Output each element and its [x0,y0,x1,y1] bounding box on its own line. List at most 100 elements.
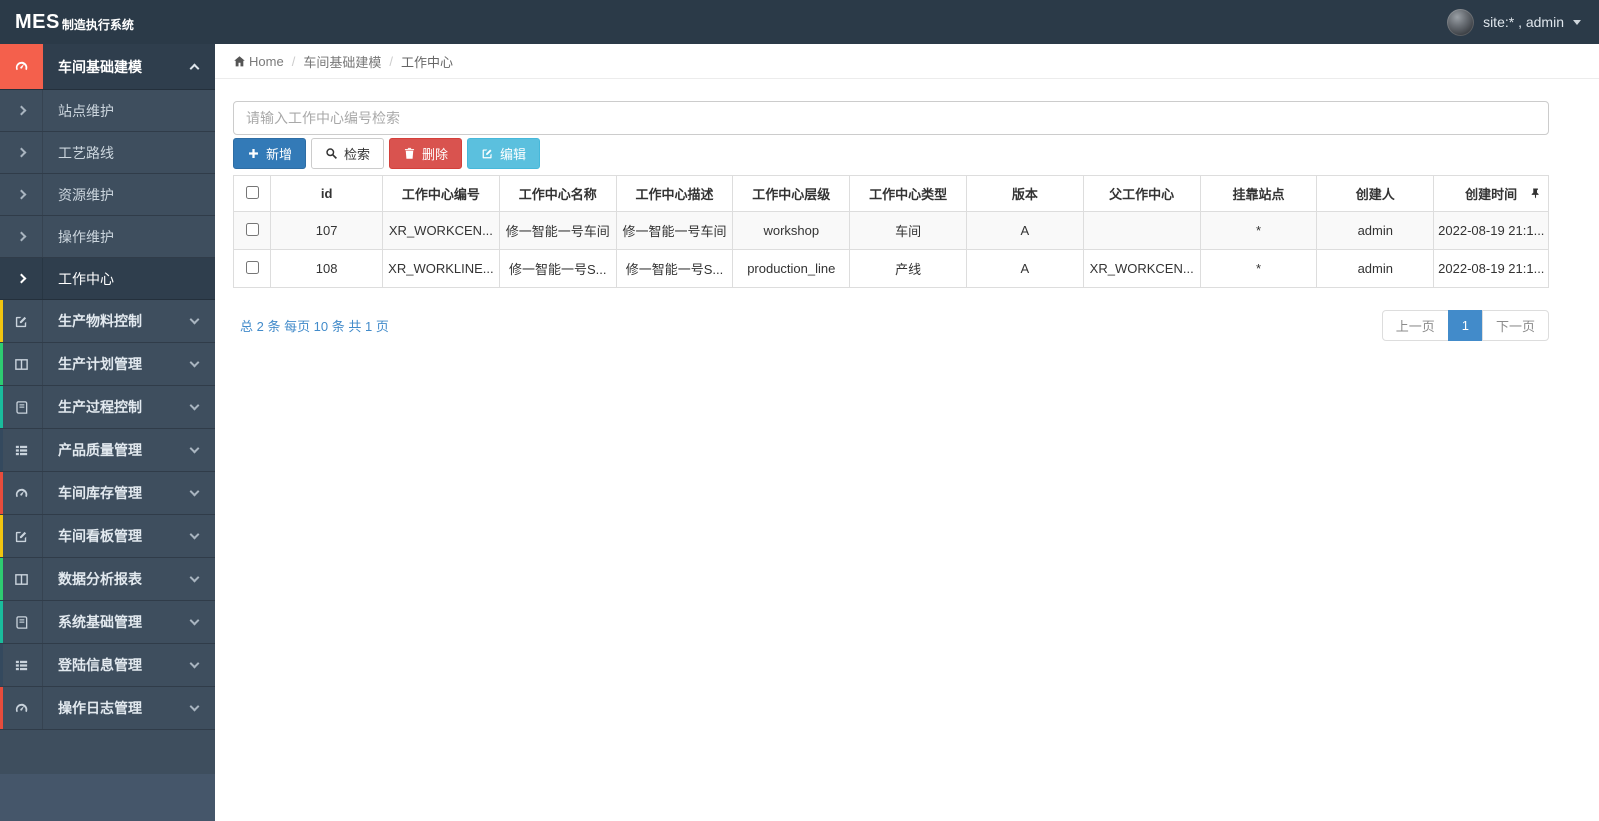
work-center-table: id 工作中心编号 工作中心名称 工作中心描述 工作中心层级 工作中心类型 版本… [232,175,1549,288]
column-header-id: id [270,175,383,212]
plus-icon [249,149,258,158]
cell-type: 车间 [849,211,967,250]
sidebar-item-quality-management[interactable]: 产品质量管理 [0,429,215,472]
edit-icon [482,149,492,159]
search-icon [326,148,337,159]
chevron-down-icon [189,486,200,496]
sidebar-item-label: 操作日志管理 [58,700,142,716]
user-name: site:* , admin [1483,14,1564,30]
sidebar-item-label: 数据分析报表 [58,571,142,587]
chevron-down-icon [189,615,200,625]
sidebar-item-inventory-management[interactable]: 车间库存管理 [0,472,215,515]
brand-bold: MES [15,10,60,33]
breadcrumb-home-label: Home [249,53,284,69]
sidebar-item-system-management[interactable]: 系统基础管理 [0,601,215,644]
sidebar-item-station-maintenance[interactable]: 站点维护 [0,90,215,132]
sidebar-item-process-route[interactable]: 工艺路线 [0,132,215,174]
cell-level: production_line [732,249,851,288]
list-icon [0,644,43,686]
pagination-bar: 总 2 条 每页 10 条 共 1 页 上一页 1 下一页 [233,310,1549,341]
cell-id: 108 [270,249,383,288]
delete-button-label: 删除 [422,147,449,162]
breadcrumb-home-link[interactable]: Home [233,54,284,69]
prev-page-button[interactable]: 上一页 [1381,310,1449,341]
edit-button[interactable]: 编辑 [467,138,541,169]
pin-icon[interactable] [1530,186,1541,201]
chevron-right-icon [0,132,43,173]
search-button-label: 检索 [344,147,371,162]
sidebar: 车间基础建模 站点维护 工艺路线 资源维护 操作维护 工作中心 生产物料控制 生… [0,44,215,821]
cell-level: workshop [732,211,851,250]
column-header-description: 工作中心描述 [615,175,734,212]
breadcrumb-current: 工作中心 [400,54,453,70]
cell-creator: admin [1316,249,1435,288]
sidebar-item-resource-maintenance[interactable]: 资源维护 [0,174,215,216]
cell-name: 修一智能一号S... [498,249,617,288]
pagination-controls: 上一页 1 下一页 [1381,310,1549,341]
work-center-search-input[interactable] [233,101,1549,135]
cell-description: 修一智能一号车间 [615,211,734,250]
column-header-label: 创建时间 [1465,187,1518,202]
breadcrumb-separator: / [389,53,393,69]
chevron-right-icon [0,174,43,215]
search-button[interactable]: 检索 [311,138,385,169]
gauge-icon [0,472,43,514]
chevron-down-icon [189,572,200,582]
sidebar-item-work-center[interactable]: 工作中心 [0,258,215,300]
column-header-created-time: 创建时间 [1433,175,1549,212]
sidebar-item-label: 系统基础管理 [58,614,142,630]
chevron-down-icon [189,701,200,711]
caret-down-icon [1573,19,1581,25]
cell-station: * [1199,211,1318,250]
user-avatar [1447,8,1475,36]
cell-version: A [965,211,1084,250]
cell-code: XR_WORKLINE... [382,249,500,288]
row-select-cell [232,211,272,250]
sidebar-item-operation-maintenance[interactable]: 操作维护 [0,216,215,258]
sidebar-item-kanban-management[interactable]: 车间看板管理 [0,515,215,558]
brand-rest: 制造执行系统 [61,17,134,32]
sidebar-item-label: 生产物料控制 [58,313,142,329]
cell-code: XR_WORKCEN... [382,211,500,250]
cell-version: A [965,249,1084,288]
sidebar-item-label: 车间库存管理 [58,485,142,501]
sidebar-item-label: 工作中心 [58,270,114,287]
column-header-code: 工作中心编号 [382,175,500,212]
delete-button[interactable]: 删除 [389,138,463,169]
sidebar-item-operation-log-management[interactable]: 操作日志管理 [0,687,215,730]
sidebar-item-analytics-reports[interactable]: 数据分析报表 [0,558,215,601]
sidebar-item-label: 车间看板管理 [58,528,142,544]
cell-created-time: 2022-08-19 21:1... [1433,211,1549,250]
next-page-button[interactable]: 下一页 [1481,310,1549,341]
app-logo[interactable]: MES 制造执行系统 [0,0,215,44]
sidebar-item-label: 生产过程控制 [58,399,142,415]
list-icon [0,429,43,471]
pencil-square-icon [0,515,43,557]
cell-parent: XR_WORKCEN... [1082,249,1201,288]
sidebar-item-plan-management[interactable]: 生产计划管理 [0,343,215,386]
sidebar-item-material-control[interactable]: 生产物料控制 [0,300,215,343]
row-select-cell [232,249,272,288]
sidebar-item-label: 资源维护 [58,186,114,203]
page-1-button[interactable]: 1 [1447,310,1483,341]
cell-description: 修一智能一号S... [615,249,734,288]
sidebar-item-process-control[interactable]: 生产过程控制 [0,386,215,429]
table-header-row: id 工作中心编号 工作中心名称 工作中心描述 工作中心层级 工作中心类型 版本… [232,175,1549,212]
select-all-checkbox[interactable] [245,185,259,199]
add-button[interactable]: 新增 [233,138,307,169]
chevron-down-icon [189,400,200,410]
user-menu[interactable]: site:* , admin [1429,0,1599,44]
sidebar-item-label: 产品质量管理 [58,442,142,458]
cell-creator: admin [1316,211,1435,250]
row-checkbox[interactable] [245,222,259,236]
table-row[interactable]: 108 XR_WORKLINE... 修一智能一号S... 修一智能一号S...… [232,249,1549,288]
table-row[interactable]: 107 XR_WORKCEN... 修一智能一号车间 修一智能一号车间 work… [232,211,1549,250]
columns-icon [0,343,43,385]
column-header-parent: 父工作中心 [1082,175,1201,212]
sidebar-item-workshop-modeling[interactable]: 车间基础建模 [0,44,215,90]
gauge-icon [0,687,43,729]
breadcrumb-level1-link[interactable]: 车间基础建模 [303,52,381,71]
edit-button-label: 编辑 [500,147,527,162]
row-checkbox[interactable] [245,260,259,274]
sidebar-item-login-info-management[interactable]: 登陆信息管理 [0,644,215,687]
